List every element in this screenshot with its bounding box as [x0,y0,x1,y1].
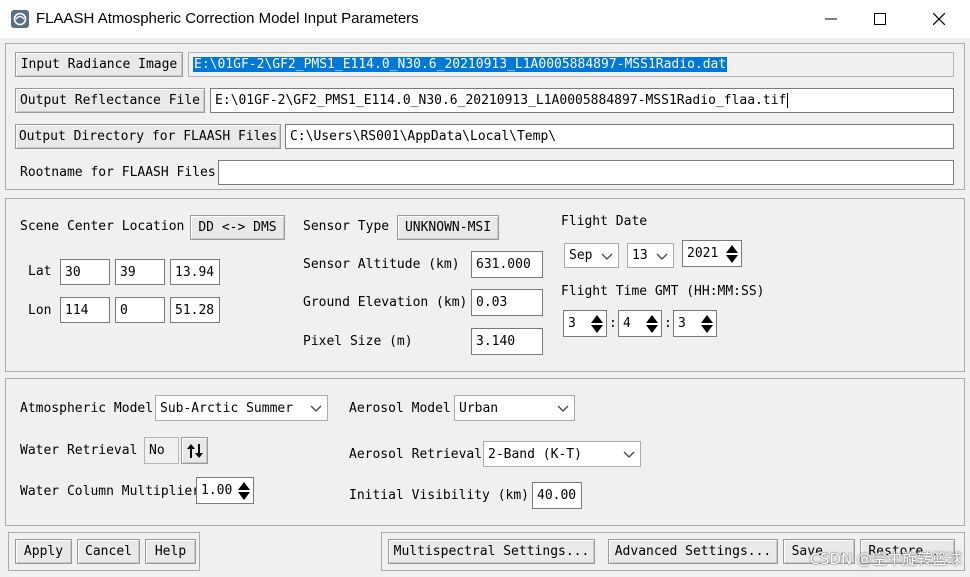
app-icon [11,10,29,28]
window-title: FLAASH Atmospheric Correction Model Inpu… [36,10,419,27]
flight-minute-spinner[interactable]: 4 [618,310,662,337]
flight-second-spinner[interactable]: 3 [673,310,717,337]
flight-minute-value: 4 [623,316,631,331]
initial-visibility-label: Initial Visibility (km) [349,488,530,503]
flight-time-label: Flight Time GMT (HH:MM:SS) [561,284,765,299]
rootname-label: Rootname for FLAASH Files [20,165,216,180]
time-separator: : [609,316,617,331]
flight-year-value: 2021 [687,246,719,261]
lat-degrees-field[interactable]: 30 [60,259,110,285]
sensor-altitude-field[interactable]: 631.000 [471,251,543,278]
close-icon [933,13,945,25]
lon-label: Lon [28,303,52,318]
advanced-settings-button[interactable]: Advanced Settings... [608,539,778,564]
ground-elevation-label: Ground Elevation (km) [303,295,468,310]
water-column-value: 1.00 [201,483,233,498]
maximize-button[interactable] [857,0,903,38]
spinner-arrows-icon[interactable] [237,480,251,502]
spinner-arrows-icon[interactable] [645,313,659,335]
output-reflectance-path: E:\01GF-2\GF2_PMS1_E114.0_N30.6_20210913… [215,93,787,108]
atmospheric-model-select[interactable]: Sub-Arctic Summer [155,395,328,421]
multispectral-settings-button[interactable]: Multispectral Settings... [388,539,595,564]
input-radiance-button[interactable]: Input Radiance Image [15,52,183,77]
input-radiance-field[interactable]: E:\01GF-2\GF2_PMS1_E114.0_N30.6_20210913… [188,52,954,77]
flight-day-value: 13 [632,248,648,263]
chevron-down-icon [601,253,613,260]
flight-month-value: Sep [569,248,593,263]
lon-minutes-field[interactable]: 0 [115,297,165,323]
aerosol-retrieval-value: 2-Band (K-T) [488,446,582,462]
initial-visibility-field[interactable]: 40.00 [532,482,582,509]
aerosol-retrieval-select[interactable]: 2-Band (K-T) [483,441,641,467]
spinner-arrows-icon[interactable] [590,313,604,335]
scene-center-label: Scene Center Location [20,219,185,234]
output-directory-field[interactable]: C:\Users\RS001\AppData\Local\Temp\ [285,124,954,149]
aerosol-model-select[interactable]: Urban [454,395,575,421]
lat-seconds-field[interactable]: 13.94 [170,259,220,285]
flight-hour-value: 3 [568,316,576,331]
chevron-down-icon [310,405,322,412]
title-bar: FLAASH Atmospheric Correction Model Inpu… [0,0,970,38]
text-cursor [787,93,789,108]
rootname-field[interactable] [218,160,954,185]
dd-dms-button[interactable]: DD <-> DMS [190,215,285,240]
pixel-size-field[interactable]: 3.140 [471,328,543,355]
lon-degrees-field[interactable]: 114 [60,297,110,323]
maximize-icon [874,13,886,25]
flight-year-spinner[interactable]: 2021 [682,240,742,267]
aerosol-model-label: Aerosol Model [349,401,451,416]
sensor-type-button[interactable]: UNKNOWN-MSI [397,215,499,240]
lat-minutes-field[interactable]: 39 [115,259,165,285]
water-column-spinner[interactable]: 1.00 [196,477,254,504]
spinner-arrows-icon[interactable] [700,313,714,335]
lon-seconds-field[interactable]: 51.28 [170,297,220,323]
sensor-type-label: Sensor Type [303,219,390,234]
output-reflectance-field[interactable]: E:\01GF-2\GF2_PMS1_E114.0_N30.6_20210913… [210,88,954,113]
atmospheric-model-label: Atmospheric Model [20,401,154,416]
water-retrieval-field: No [144,437,179,464]
minimize-button[interactable] [808,0,854,38]
water-retrieval-label: Water Retrieval [20,443,138,458]
output-reflectance-button[interactable]: Output Reflectance File [15,88,205,113]
flight-date-label: Flight Date [561,214,648,229]
flight-month-select[interactable]: Sep [564,243,619,268]
output-directory-button[interactable]: Output Directory for FLAASH Files [15,124,281,149]
lat-label: Lat [28,264,52,279]
aerosol-model-value: Urban [459,400,499,416]
chevron-down-icon [557,405,569,412]
minimize-icon [825,18,837,20]
chevron-down-icon [623,451,635,458]
chevron-down-icon [656,253,668,260]
apply-button[interactable]: Apply [15,539,72,564]
flight-hour-spinner[interactable]: 3 [563,310,607,337]
spinner-arrows-icon[interactable] [725,243,739,265]
water-retrieval-toggle[interactable] [181,437,208,464]
input-radiance-path: E:\01GF-2\GF2_PMS1_E114.0_N30.6_20210913… [193,57,728,72]
close-button[interactable] [916,0,962,38]
time-separator: : [664,316,672,331]
toggle-arrows-icon [186,443,203,458]
cancel-button[interactable]: Cancel [77,539,140,564]
watermark: CSDN @空中旋转篮球 [809,550,962,568]
aerosol-retrieval-label: Aerosol Retrieval [349,447,483,462]
sensor-altitude-label: Sensor Altitude (km) [303,257,460,272]
help-button[interactable]: Help [145,539,196,564]
flight-day-select[interactable]: 13 [627,243,674,268]
atmospheric-model-value: Sub-Arctic Summer [160,400,294,416]
flight-second-value: 3 [678,316,686,331]
ground-elevation-field[interactable]: 0.03 [471,289,543,316]
water-column-label: Water Column Multiplier [20,484,201,499]
pixel-size-label: Pixel Size (m) [303,334,413,349]
